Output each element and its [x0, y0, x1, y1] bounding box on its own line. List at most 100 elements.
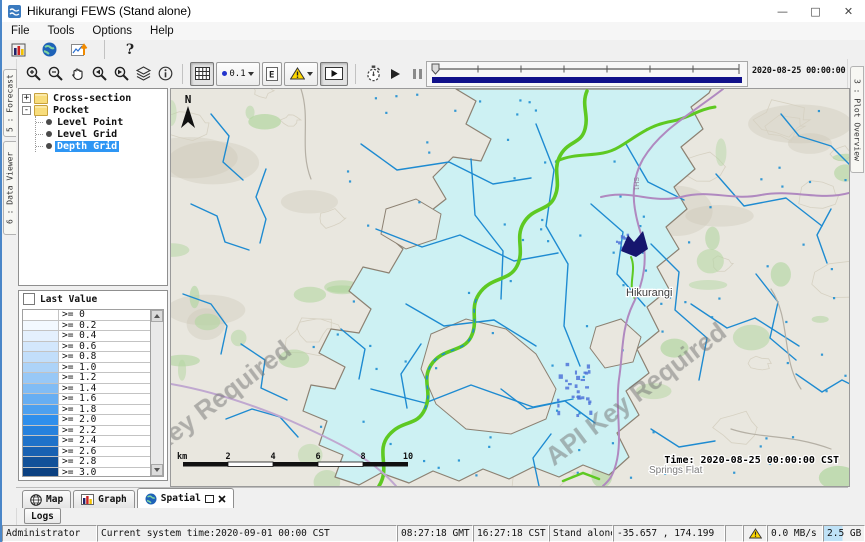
classbreak-interval-dropdown[interactable]: 0.1 [216, 62, 260, 86]
pan-hand-icon[interactable] [66, 63, 88, 85]
scale-tick-label: 6 [315, 452, 320, 462]
legend-swatch [23, 405, 59, 415]
legend-label: >= 1.8 [59, 405, 96, 415]
status-bar: Administrator Current system time:2020-0… [2, 525, 865, 542]
pause-button[interactable] [406, 63, 428, 85]
zoom-out-icon[interactable] [44, 63, 66, 85]
tree-children: Level Point Level Grid Depth Grid [35, 116, 167, 152]
north-label: N [185, 93, 192, 106]
last-value-label: Last Value [40, 294, 97, 305]
legend-row[interactable]: >= 0.4 [23, 331, 150, 342]
window-title: Hikurangi FEWS (Stand alone) [27, 4, 191, 18]
tree-item-label: Cross-section [51, 93, 133, 104]
scroll-down-icon[interactable] [151, 464, 163, 476]
tab-plot-overview[interactable]: 3 : Plot Overview [850, 66, 864, 173]
interval-value: 0.1 [229, 69, 245, 79]
help-button[interactable]: ? [119, 39, 141, 61]
tab-forecast[interactable]: 5 : Forecast [3, 69, 17, 137]
tree-item-label-selected: Depth Grid [55, 141, 119, 152]
bullet-icon [46, 131, 52, 137]
zoom-in-icon[interactable] [22, 63, 44, 85]
legend-swatch [23, 394, 59, 404]
legend-label: >= 2.2 [59, 426, 96, 436]
legend-row[interactable]: >= 2.4 [23, 436, 150, 447]
tree-connector [36, 134, 43, 135]
legend-swatch [23, 373, 59, 383]
label-display-button[interactable]: E [262, 62, 282, 86]
slider-thumb[interactable] [432, 64, 439, 74]
status-local-time: 16:27:18 CST [473, 525, 549, 542]
dataviewer-tree: + Cross-section - Pocket Level Point Le [18, 88, 168, 286]
warning-icon [290, 67, 305, 80]
scroll-up-icon[interactable] [151, 310, 163, 322]
legend-swatch [23, 426, 59, 436]
pause-icon [413, 69, 422, 79]
legend-row[interactable]: >= 3.0 [23, 468, 150, 478]
tree-connector [36, 146, 43, 147]
tree-item-level-point[interactable]: Level Point [36, 116, 167, 128]
menu-file[interactable]: File [2, 25, 39, 37]
time-slider[interactable] [426, 61, 748, 87]
map-display-icon[interactable] [38, 39, 60, 61]
legend-swatch [23, 436, 59, 446]
legend-swatch [23, 321, 59, 331]
legend-label: >= 2.8 [59, 457, 96, 467]
last-value-checkbox[interactable] [23, 293, 35, 305]
minimize-button[interactable]: — [766, 0, 799, 22]
legend-label: >= 1.2 [59, 373, 96, 383]
close-button[interactable]: ✕ [832, 0, 865, 22]
play-button[interactable] [384, 63, 406, 85]
legend-row[interactable]: >= 1.6 [23, 394, 150, 405]
tree-item-depth-grid[interactable]: Depth Grid [36, 140, 167, 152]
locality-label: Springs Flat [649, 465, 703, 476]
legend-row[interactable]: >= 1.2 [23, 373, 150, 384]
animation-panel-button[interactable] [320, 62, 348, 86]
legend-panel: Last Value >= 0>= 0.2>= 0.4>= 0.6>= 0.8>… [18, 290, 168, 481]
tab-graph[interactable]: Graph [73, 490, 135, 508]
legend-swatch [23, 352, 59, 362]
logs-button[interactable]: Logs [24, 508, 61, 524]
main-toolbar: ? [2, 40, 865, 60]
info-icon[interactable] [154, 63, 176, 85]
layers-icon[interactable] [132, 63, 154, 85]
spatial-map[interactable]: Hikurangi Springs Flat SH1 API Key Requi… [170, 88, 850, 487]
scale-tick-label: 2 [225, 452, 230, 462]
logs-panel-icon[interactable] [8, 39, 30, 61]
status-warning-cell[interactable] [743, 525, 767, 542]
menu-options[interactable]: Options [83, 25, 141, 37]
tab-data-viewer[interactable]: 6 : Data Viewer [3, 141, 17, 235]
legend-swatch [23, 342, 59, 352]
expander-minus-icon[interactable]: - [22, 106, 31, 115]
zoom-next-icon[interactable] [110, 63, 132, 85]
menu-tools[interactable]: Tools [39, 25, 84, 37]
zoom-previous-icon[interactable] [88, 63, 110, 85]
tree-item-cross-section[interactable]: + Cross-section [19, 92, 167, 104]
warnings-dropdown[interactable] [284, 62, 318, 86]
timer-icon[interactable] [362, 63, 384, 85]
tree-item-pocket[interactable]: - Pocket [19, 104, 167, 116]
legend-scrollbar[interactable] [150, 309, 164, 477]
map-canvas[interactable]: Hikurangi Springs Flat SH1 API Key Requi… [171, 89, 849, 486]
tab-spatial[interactable]: Spatial [137, 488, 234, 508]
menu-help[interactable]: Help [141, 25, 183, 37]
grid-display-button[interactable] [190, 62, 214, 86]
tree-item-level-grid[interactable]: Level Grid [36, 128, 167, 140]
timeseries-dialog-icon[interactable] [68, 39, 90, 61]
legend-swatch [23, 447, 59, 457]
maximize-button[interactable]: □ [799, 0, 832, 22]
last-value-row: Last Value [19, 291, 167, 307]
tab-restore-icon[interactable] [205, 495, 214, 503]
legend-label: >= 0 [59, 310, 85, 320]
status-system-time: Current system time:2020-09-01 00:00 CST [97, 525, 397, 542]
expander-plus-icon[interactable]: + [22, 94, 31, 103]
legend-list: >= 0>= 0.2>= 0.4>= 0.6>= 0.8>= 1.0>= 1.2… [22, 309, 150, 477]
town-label: Hikurangi [626, 287, 672, 299]
legend-row[interactable]: >= 0 [23, 310, 150, 321]
tab-graph-label: Graph [98, 494, 127, 505]
legend-row[interactable]: >= 2.8 [23, 457, 150, 468]
legend-row[interactable]: >= 0.8 [23, 352, 150, 363]
legend-row[interactable]: >= 2.0 [23, 415, 150, 426]
dot-icon [222, 71, 227, 76]
tab-close-icon[interactable] [218, 495, 226, 503]
tab-map[interactable]: Map [22, 490, 71, 508]
